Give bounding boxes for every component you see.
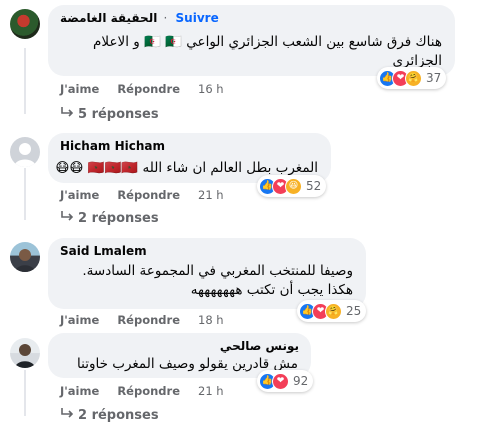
- haha-reaction-icon: 😆: [285, 177, 302, 195]
- author-name[interactable]: Hicham Hicham: [60, 139, 165, 153]
- view-replies-link[interactable]: 5 réponses: [60, 106, 159, 122]
- avatar[interactable]: [10, 137, 40, 167]
- like-button[interactable]: J'aime: [60, 82, 99, 96]
- comment-text-line: هكذا يجب أن تكتب هههههههه: [190, 282, 353, 298]
- reply-arrow-icon: [60, 106, 74, 122]
- like-button[interactable]: J'aime: [60, 384, 99, 398]
- thread-line: [24, 168, 26, 220]
- reply-arrow-icon: [60, 407, 74, 423]
- replies-count: 2 réponses: [78, 211, 159, 226]
- comment-actions: J'aime Répondre 21 h: [60, 188, 224, 202]
- separator-dot: ·: [163, 11, 168, 25]
- avatar[interactable]: [10, 242, 40, 272]
- thread-line: [24, 48, 26, 114]
- reply-button[interactable]: Répondre: [117, 384, 180, 398]
- comment-text-line: وصيفا للمنتخب المغربي في المجموعة السادس…: [82, 263, 353, 279]
- timestamp[interactable]: 16 h: [198, 82, 224, 96]
- like-button[interactable]: J'aime: [60, 188, 99, 202]
- timestamp[interactable]: 21 h: [198, 384, 224, 398]
- comment-actions: J'aime Répondre 21 h: [60, 384, 224, 398]
- view-replies-link[interactable]: 2 réponses: [60, 210, 159, 226]
- replies-count: 5 réponses: [78, 107, 159, 122]
- author-name[interactable]: يونس صالحي: [220, 339, 299, 353]
- author-name[interactable]: Said Lmalem: [60, 244, 147, 258]
- replies-count: 2 réponses: [78, 408, 159, 423]
- comment-actions: J'aime Répondre 18 h: [60, 313, 224, 327]
- comment-text-line: هناك فرق شاسع بين الشعب الجزائري الواعي …: [93, 34, 442, 50]
- timestamp[interactable]: 21 h: [198, 188, 224, 202]
- avatar[interactable]: [10, 338, 40, 368]
- reaction-summary[interactable]: 👍 ❤ 92: [257, 370, 314, 392]
- comment-bubble: الحقيقة الغامضة · Suivre هناك فرق شاسع ب…: [48, 5, 455, 76]
- follow-button[interactable]: Suivre: [176, 11, 219, 25]
- reaction-summary[interactable]: 👍 ❤ 🤗 37: [377, 67, 447, 89]
- reaction-summary[interactable]: 👍 ❤ 😆 52: [257, 175, 327, 197]
- care-reaction-icon: 🤗: [405, 69, 422, 87]
- comment-actions: J'aime Répondre 16 h: [60, 82, 224, 96]
- reply-button[interactable]: Répondre: [117, 313, 180, 327]
- care-reaction-icon: 🤗: [325, 302, 342, 320]
- timestamp[interactable]: 18 h: [198, 313, 224, 327]
- reaction-count: 92: [293, 374, 309, 388]
- avatar[interactable]: [10, 9, 40, 39]
- reaction-count: 52: [306, 179, 322, 193]
- love-reaction-icon: ❤: [272, 372, 289, 390]
- thread-line: [24, 370, 26, 416]
- reaction-count: 37: [426, 71, 442, 85]
- reaction-count: 25: [346, 304, 362, 318]
- reaction-summary[interactable]: 👍 ❤ 🤗 25: [297, 300, 367, 322]
- reply-button[interactable]: Répondre: [117, 188, 180, 202]
- comment-bubble: Said Lmalem وصيفا للمنتخب المغربي في الم…: [48, 238, 366, 309]
- view-replies-link[interactable]: 2 réponses: [60, 407, 159, 423]
- reply-button[interactable]: Répondre: [117, 82, 180, 96]
- like-button[interactable]: J'aime: [60, 313, 99, 327]
- author-name[interactable]: الحقيقة الغامضة: [60, 11, 157, 25]
- reply-arrow-icon: [60, 210, 74, 226]
